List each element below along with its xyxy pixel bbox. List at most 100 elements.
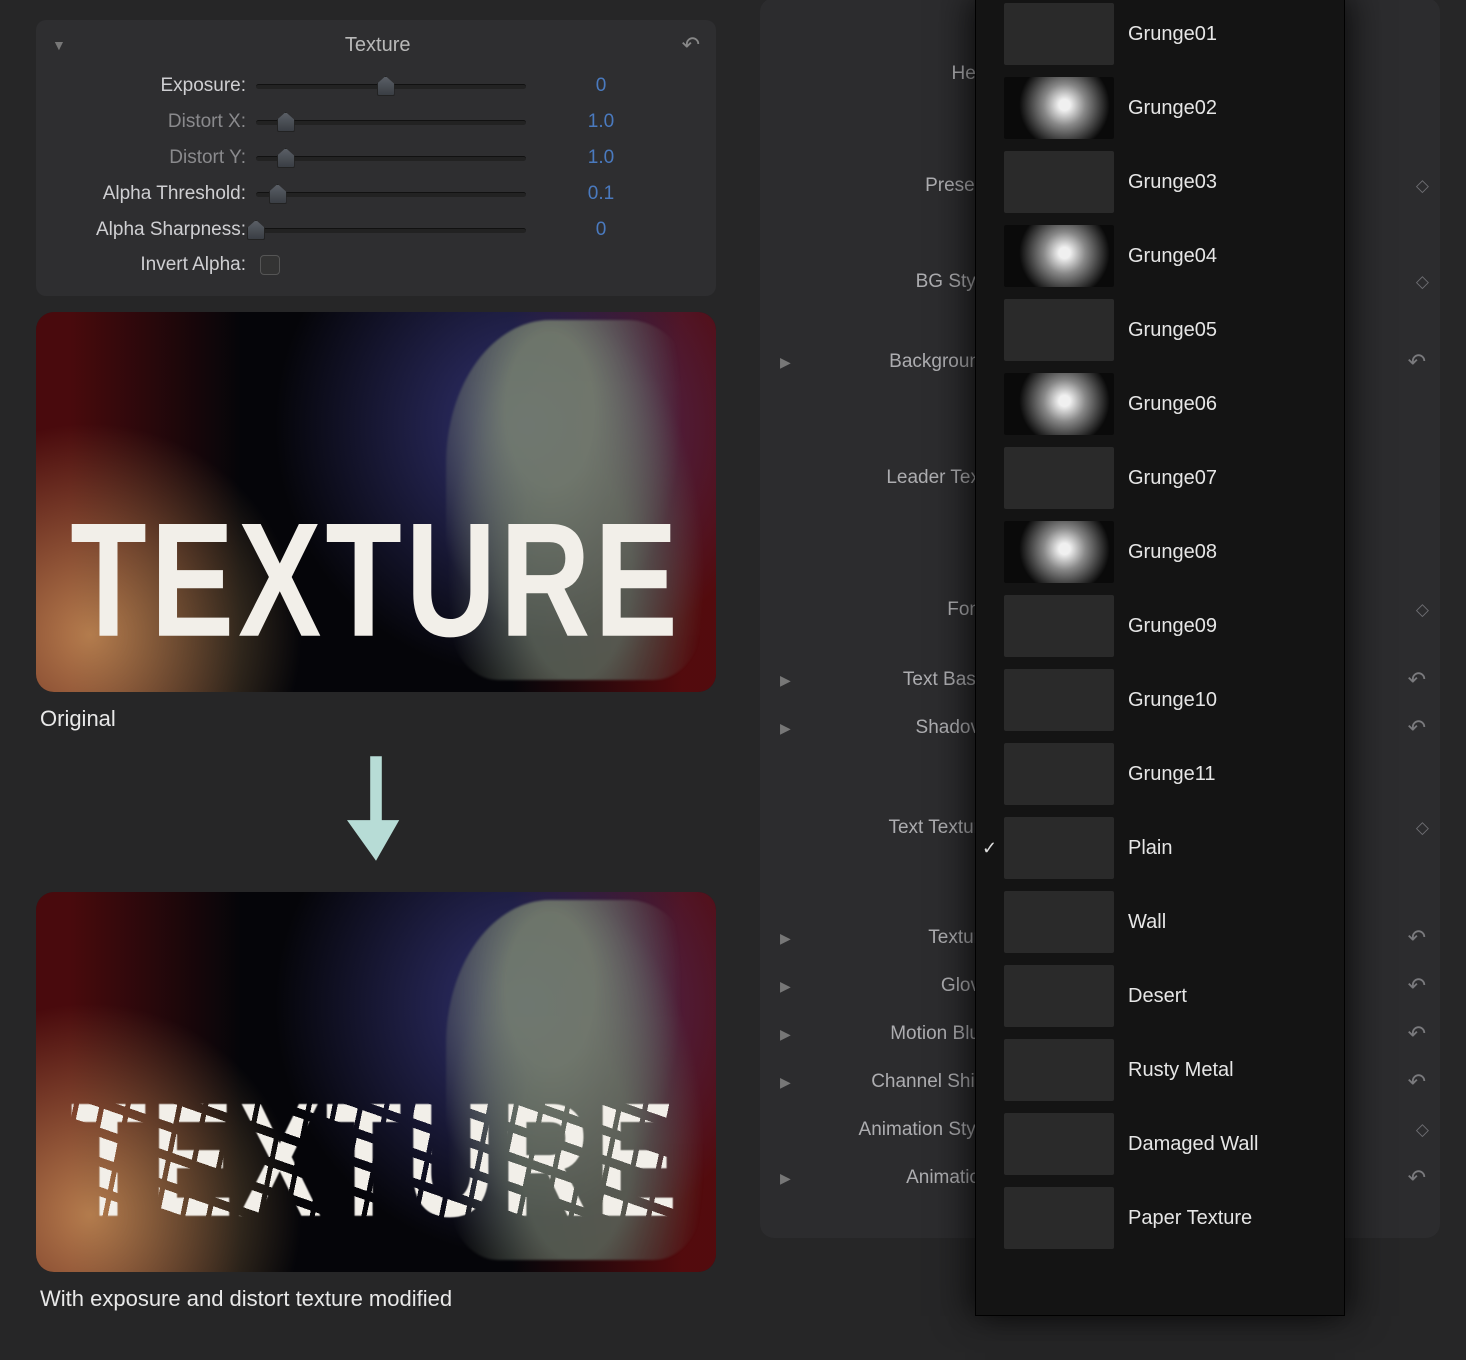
- row-disclosure-icon[interactable]: ▶: [780, 930, 802, 947]
- texture-option[interactable]: ✓ Plain: [976, 811, 1344, 885]
- row-label: Text Basi: [802, 669, 992, 691]
- row-reset-icon[interactable]: ↶: [1398, 1069, 1426, 1095]
- texture-option[interactable]: Wall: [976, 885, 1344, 959]
- row-label: Hel: [802, 63, 992, 85]
- texture-option-label: Plain: [1128, 837, 1172, 860]
- row-label: BG Styl: [802, 271, 992, 293]
- texture-option-label: Grunge04: [1128, 245, 1217, 268]
- texture-thumbnail: [1004, 743, 1114, 805]
- exposure-value[interactable]: 0: [546, 75, 656, 97]
- texture-thumbnail: [1004, 891, 1114, 953]
- texture-option[interactable]: Grunge11: [976, 737, 1344, 811]
- texture-thumbnail: [1004, 1039, 1114, 1101]
- texture-option-label: Grunge01: [1128, 23, 1217, 46]
- row-label: Backgroun: [802, 351, 992, 373]
- texture-option-label: Grunge03: [1128, 171, 1217, 194]
- texture-option[interactable]: Paper Texture: [976, 1181, 1344, 1255]
- stepper-icon[interactable]: ◇: [1408, 1120, 1426, 1140]
- texture-option[interactable]: Grunge05: [976, 293, 1344, 367]
- stepper-icon[interactable]: ◇: [1408, 272, 1426, 292]
- texture-thumbnail: [1004, 77, 1114, 139]
- texture-option-label: Grunge05: [1128, 319, 1217, 342]
- row-reset-icon[interactable]: ↶: [1398, 349, 1426, 375]
- row-reset-icon[interactable]: ↶: [1398, 715, 1426, 741]
- texture-option[interactable]: Grunge10: [976, 663, 1344, 737]
- alpha-sharpness-label: Alpha Sharpness:: [52, 219, 256, 241]
- texture-thumbnail: [1004, 817, 1114, 879]
- texture-thumbnail: [1004, 595, 1114, 657]
- row-disclosure-icon[interactable]: ▶: [780, 354, 802, 371]
- row-disclosure-icon[interactable]: ▶: [780, 720, 802, 737]
- row-reset-icon[interactable]: ↶: [1398, 925, 1426, 951]
- stepper-icon[interactable]: ◇: [1408, 818, 1426, 838]
- panel-disclosure-icon[interactable]: ▼: [52, 37, 66, 53]
- texture-option[interactable]: Grunge07: [976, 441, 1344, 515]
- texture-option-label: Rusty Metal: [1128, 1059, 1234, 1082]
- texture-thumbnail: [1004, 521, 1114, 583]
- texture-option[interactable]: Grunge01: [976, 0, 1344, 71]
- texture-thumbnail: [1004, 447, 1114, 509]
- alpha-threshold-value[interactable]: 0.1: [546, 183, 656, 205]
- texture-option-label: Grunge06: [1128, 393, 1217, 416]
- row-reset-icon[interactable]: ↶: [1398, 1021, 1426, 1047]
- texture-thumbnail: [1004, 1187, 1114, 1249]
- texture-option[interactable]: Rusty Metal: [976, 1033, 1344, 1107]
- row-disclosure-icon[interactable]: ▶: [780, 672, 802, 689]
- preview-original: TEXTURE: [36, 312, 716, 692]
- texture-option-label: Paper Texture: [1128, 1207, 1252, 1230]
- row-reset-icon[interactable]: ↶: [1398, 667, 1426, 693]
- texture-option-label: Grunge10: [1128, 689, 1217, 712]
- texture-option[interactable]: Grunge04: [976, 219, 1344, 293]
- texture-thumbnail: [1004, 669, 1114, 731]
- stepper-icon[interactable]: ◇: [1408, 600, 1426, 620]
- arrow-down-icon: [36, 756, 716, 866]
- texture-thumbnail: [1004, 1113, 1114, 1175]
- preview-text: TEXTURE: [36, 488, 716, 674]
- texture-option[interactable]: Grunge08: [976, 515, 1344, 589]
- alpha-sharpness-slider[interactable]: [256, 218, 526, 242]
- texture-option[interactable]: Grunge03: [976, 145, 1344, 219]
- texture-thumbnail: [1004, 299, 1114, 361]
- alpha-threshold-slider[interactable]: [256, 182, 526, 206]
- row-label: Preset: [802, 175, 992, 197]
- texture-option[interactable]: Grunge02: [976, 71, 1344, 145]
- texture-option[interactable]: Grunge06: [976, 367, 1344, 441]
- row-disclosure-icon[interactable]: ▶: [780, 1074, 802, 1091]
- row-disclosure-icon[interactable]: ▶: [780, 1170, 802, 1187]
- row-disclosure-icon[interactable]: ▶: [780, 1026, 802, 1043]
- texture-thumbnail: [1004, 225, 1114, 287]
- texture-option-label: Wall: [1128, 911, 1166, 934]
- check-icon: ✓: [982, 838, 997, 859]
- row-label: Leader Tex: [802, 467, 992, 489]
- alpha-sharpness-value[interactable]: 0: [546, 219, 656, 241]
- row-label: Glov: [802, 975, 992, 997]
- row-label: Channel Shif: [802, 1071, 992, 1093]
- stepper-icon[interactable]: ◇: [1408, 176, 1426, 196]
- row-reset-icon[interactable]: ↶: [1398, 973, 1426, 999]
- texture-dropdown-popup[interactable]: Grunge01 Grunge02 Grunge03 Grunge04 Grunge05…: [975, 0, 1345, 1316]
- distort-y-slider[interactable]: [256, 146, 526, 170]
- exposure-slider[interactable]: [256, 74, 526, 98]
- texture-option[interactable]: Damaged Wall: [976, 1107, 1344, 1181]
- texture-option[interactable]: Desert: [976, 959, 1344, 1033]
- texture-option-label: Desert: [1128, 985, 1187, 1008]
- distort-y-value[interactable]: 1.0: [546, 147, 656, 169]
- row-label: Fon: [802, 599, 992, 621]
- distort-x-label: Distort X:: [52, 111, 256, 133]
- texture-thumbnail: [1004, 965, 1114, 1027]
- row-label: Animatio: [802, 1167, 992, 1189]
- texture-option-label: Damaged Wall: [1128, 1133, 1258, 1156]
- panel-reset-icon[interactable]: ↶: [682, 32, 700, 58]
- texture-option[interactable]: Grunge09: [976, 589, 1344, 663]
- row-disclosure-icon[interactable]: ▶: [780, 978, 802, 995]
- preview-text: TEXTURE: [36, 1068, 716, 1254]
- row-label: Shadov: [802, 717, 992, 739]
- texture-thumbnail: [1004, 151, 1114, 213]
- row-reset-icon[interactable]: ↶: [1398, 1165, 1426, 1191]
- distort-x-value[interactable]: 1.0: [546, 111, 656, 133]
- distort-x-slider[interactable]: [256, 110, 526, 134]
- invert-alpha-checkbox[interactable]: [260, 255, 280, 275]
- texture-thumbnail: [1004, 3, 1114, 65]
- texture-option-label: Grunge09: [1128, 615, 1217, 638]
- row-label: Text Textur: [802, 817, 992, 839]
